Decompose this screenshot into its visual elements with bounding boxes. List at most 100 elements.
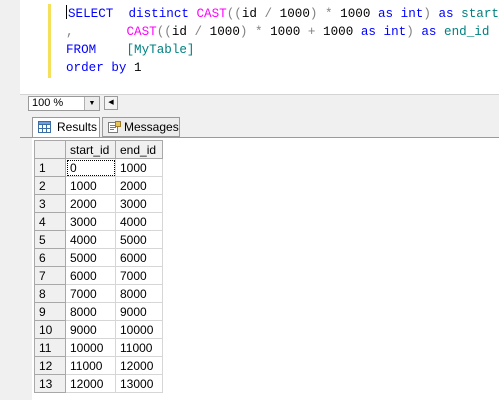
cell-start-id[interactable]: 0 — [65, 158, 116, 177]
cell-end-id[interactable]: 10000 — [115, 320, 163, 339]
table-row[interactable]: 4 3000 4000 — [34, 212, 163, 231]
code-token: ) — [309, 7, 326, 21]
cell-start-id[interactable]: 6000 — [65, 266, 116, 285]
cell-start-id[interactable]: 9000 — [65, 320, 116, 339]
table-row[interactable]: 2 1000 2000 — [34, 176, 163, 195]
results-pane: Results Messages start_id end_id 1 0 1000 2… — [20, 113, 499, 400]
code-token: 1000 — [270, 25, 308, 39]
code-token: * — [255, 25, 271, 39]
code-token: [MyTable] — [126, 43, 195, 57]
zoom-toolbar: 100 % ▼ ◀ — [20, 94, 499, 114]
code-token: 1000 — [340, 7, 378, 21]
zoom-select[interactable]: 100 % ▼ — [28, 96, 100, 111]
zoom-value: 100 % — [32, 97, 64, 109]
cell-end-id[interactable]: 1000 — [115, 158, 163, 177]
table-row[interactable]: 7 6000 7000 — [34, 266, 163, 285]
arrow-left-icon: ◀ — [108, 99, 114, 106]
code-token: end_id — [444, 25, 490, 39]
code-token: id — [241, 7, 265, 21]
table-row[interactable]: 6 5000 6000 — [34, 248, 163, 267]
code-line[interactable]: order by 1 — [66, 59, 499, 77]
code-line[interactable]: , CAST((id / 1000) * 1000 + 1000 as int)… — [66, 23, 499, 41]
cell-start-id[interactable]: 1000 — [65, 176, 116, 195]
tab-messages[interactable]: Messages — [102, 117, 180, 137]
editor-gutter — [20, 0, 46, 94]
code-token: 1 — [134, 61, 142, 75]
chevron-down-icon[interactable]: ▼ — [84, 97, 99, 110]
row-number[interactable]: 2 — [34, 176, 66, 195]
code-token: + — [307, 25, 324, 39]
cell-end-id[interactable]: 9000 — [115, 302, 163, 321]
tab-results[interactable]: Results — [32, 117, 100, 138]
row-number[interactable]: 5 — [34, 230, 66, 249]
cell-start-id[interactable]: 5000 — [65, 248, 116, 267]
table-row[interactable]: 11 10000 11000 — [34, 338, 163, 357]
cell-start-id[interactable]: 7000 — [65, 284, 116, 303]
cell-start-id[interactable]: 3000 — [65, 212, 116, 231]
code-token: 1000 — [209, 25, 240, 39]
row-number[interactable]: 13 — [34, 374, 66, 393]
row-number[interactable]: 7 — [34, 266, 66, 285]
cell-start-id[interactable]: 11000 — [65, 356, 116, 375]
tab-results-label: Results — [57, 120, 98, 134]
scroll-left-button[interactable]: ◀ — [104, 96, 118, 110]
code-line[interactable]: SELECT distinct CAST((id / 1000) * 1000 … — [66, 5, 499, 23]
cell-start-id[interactable]: 8000 — [65, 302, 116, 321]
table-row[interactable]: 13 12000 13000 — [34, 374, 163, 393]
row-number[interactable]: 11 — [34, 338, 66, 357]
grid-corner[interactable] — [34, 140, 66, 159]
row-number[interactable]: 6 — [34, 248, 66, 267]
table-row[interactable]: 10 9000 10000 — [34, 320, 163, 339]
row-number[interactable]: 4 — [34, 212, 66, 231]
cell-end-id[interactable]: 12000 — [115, 356, 163, 375]
table-row[interactable]: 5 4000 5000 — [34, 230, 163, 249]
table-row[interactable]: 8 7000 8000 — [34, 284, 163, 303]
tab-messages-label: Messages — [124, 120, 179, 134]
code-token: id — [171, 25, 195, 39]
text-caret — [66, 5, 67, 19]
cell-start-id[interactable]: 4000 — [65, 230, 116, 249]
cell-end-id[interactable]: 4000 — [115, 212, 163, 231]
sql-query-editor[interactable]: SELECT distinct CAST((id / 1000) * 1000 … — [20, 0, 499, 94]
code-token: start_id — [461, 7, 499, 21]
code-token: as — [421, 25, 445, 39]
cell-start-id[interactable]: 2000 — [65, 194, 116, 213]
table-row[interactable]: 3 2000 3000 — [34, 194, 163, 213]
table-row[interactable]: 12 11000 12000 — [34, 356, 163, 375]
row-number[interactable]: 9 — [34, 302, 66, 321]
row-number[interactable]: 10 — [34, 320, 66, 339]
code-token: CAST — [196, 7, 227, 21]
table-row[interactable]: 1 0 1000 — [34, 158, 163, 177]
cell-start-id[interactable]: 10000 — [65, 338, 116, 357]
row-number[interactable]: 12 — [34, 356, 66, 375]
sql-code[interactable]: SELECT distinct CAST((id / 1000) * 1000 … — [66, 5, 499, 77]
row-number[interactable]: 8 — [34, 284, 66, 303]
row-number[interactable]: 3 — [34, 194, 66, 213]
cell-end-id[interactable]: 6000 — [115, 248, 163, 267]
cell-end-id[interactable]: 11000 — [115, 338, 163, 357]
code-token: CAST — [126, 25, 157, 39]
row-number[interactable]: 1 — [34, 158, 66, 177]
column-header-start-id[interactable]: start_id — [65, 140, 116, 159]
cell-end-id[interactable]: 8000 — [115, 284, 163, 303]
results-grid: start_id end_id 1 0 1000 2 1000 2000 3 2000 3000… — [34, 140, 163, 393]
cell-start-id[interactable]: 12000 — [65, 374, 116, 393]
cell-end-id[interactable]: 3000 — [115, 194, 163, 213]
code-token: 1000 — [323, 25, 361, 39]
grid-icon — [38, 121, 51, 133]
change-tracking-bar — [48, 4, 51, 78]
code-token: * — [325, 7, 341, 21]
code-token: 1000 — [279, 7, 310, 21]
cell-end-id[interactable]: 7000 — [115, 266, 163, 285]
code-line[interactable]: FROM [MyTable] — [66, 41, 499, 59]
grid-header-row: start_id end_id — [34, 140, 163, 159]
cell-end-id[interactable]: 2000 — [115, 176, 163, 195]
cell-end-id[interactable]: 13000 — [115, 374, 163, 393]
code-token: ) — [239, 25, 255, 39]
code-token: as — [360, 25, 384, 39]
table-row[interactable]: 9 8000 9000 — [34, 302, 163, 321]
cell-end-id[interactable]: 5000 — [115, 230, 163, 249]
code-token: as — [377, 7, 401, 21]
column-header-end-id[interactable]: end_id — [115, 140, 163, 159]
messages-icon — [108, 121, 121, 133]
